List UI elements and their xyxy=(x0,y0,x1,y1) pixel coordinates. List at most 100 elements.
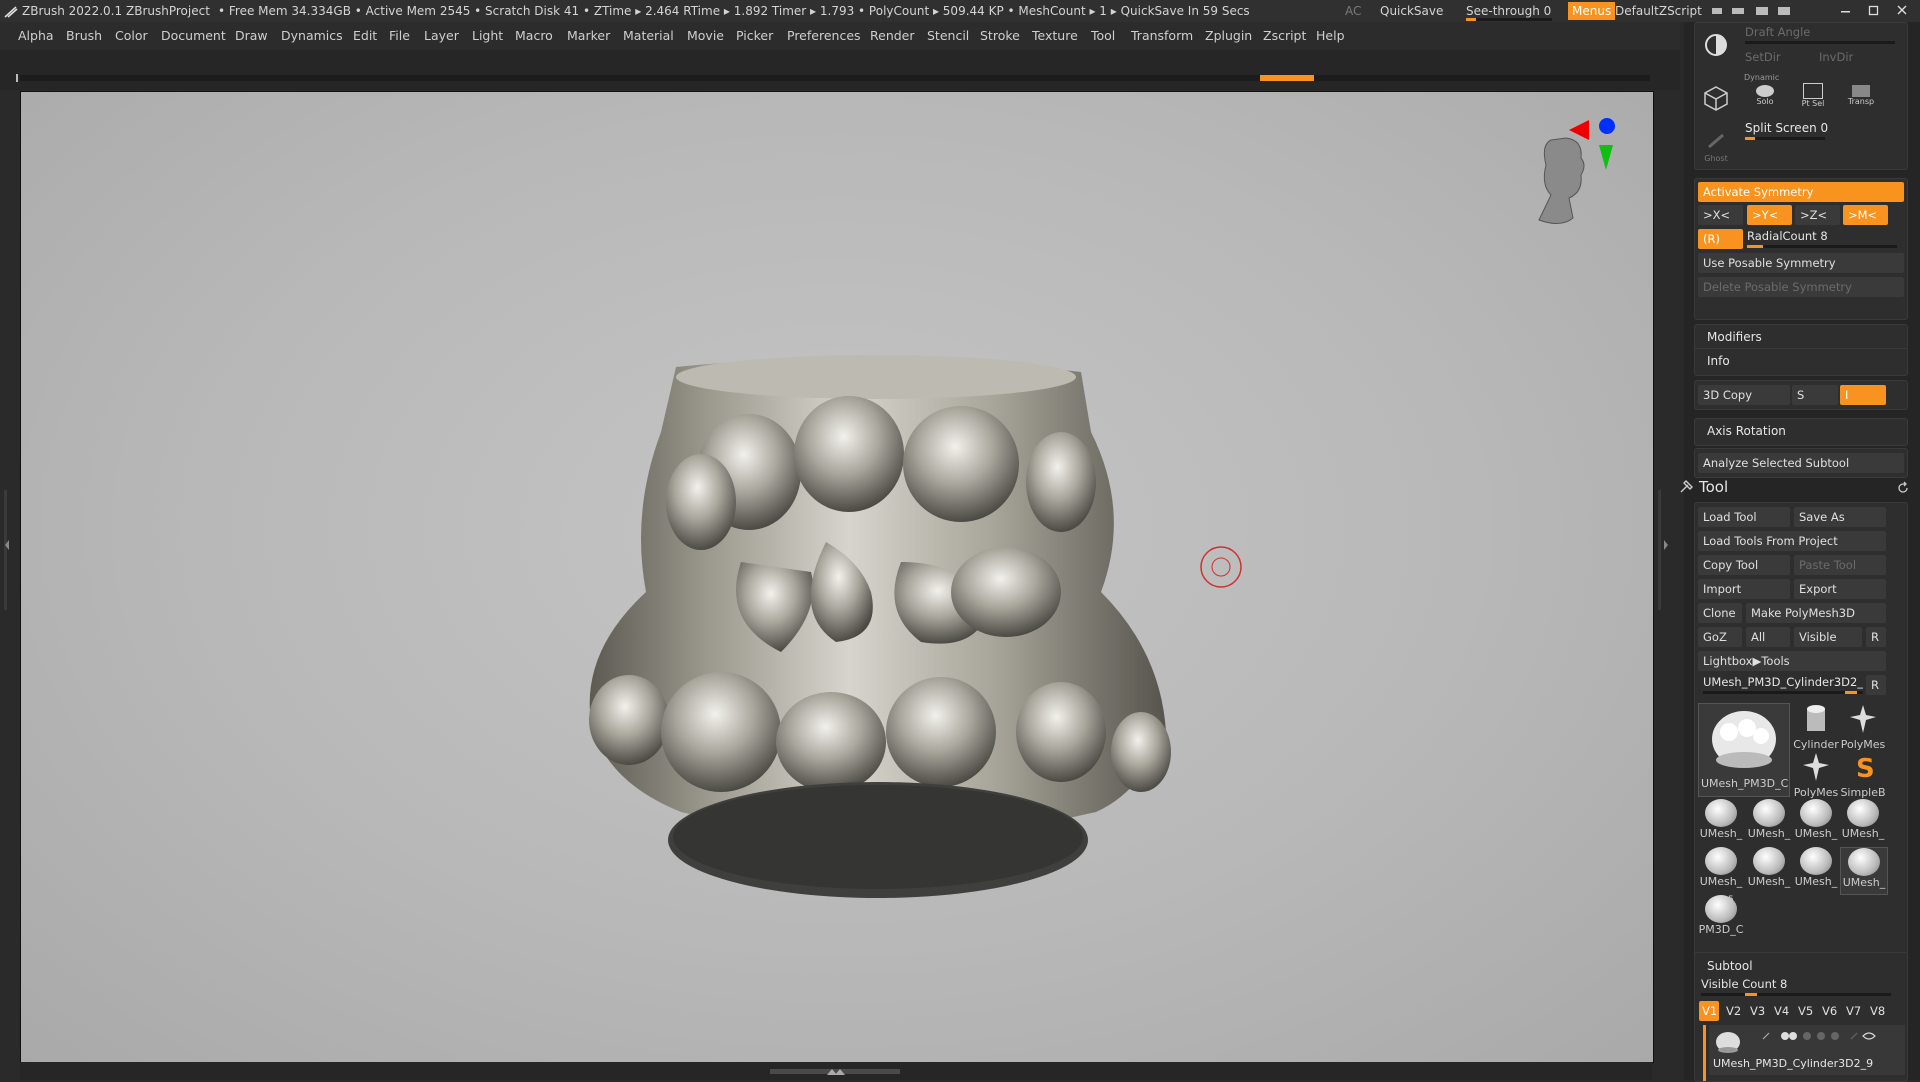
radial-count-slider[interactable]: RadialCount 8 xyxy=(1747,229,1828,243)
invdir-button[interactable]: InvDir xyxy=(1819,50,1853,64)
transp-button[interactable]: Transp xyxy=(1839,83,1883,117)
paste-tool-button[interactable]: Paste Tool xyxy=(1794,555,1886,575)
tool-thumb-umesh-3[interactable]: UMesh_ xyxy=(1793,799,1839,845)
info-header[interactable]: Info xyxy=(1707,354,1730,368)
draft-angle-slider[interactable]: Draft Angle xyxy=(1745,25,1810,39)
tool-pin-icon[interactable] xyxy=(1678,477,1696,495)
goz-visible-button[interactable]: Visible xyxy=(1794,627,1862,647)
modifiers-header[interactable]: Modifiers xyxy=(1707,330,1762,344)
activate-symmetry-button[interactable]: Activate Symmetry xyxy=(1698,182,1904,202)
tool-thumb-cylinder[interactable]: Cylinder xyxy=(1793,703,1839,751)
version-v6-button[interactable]: V6 xyxy=(1819,1001,1839,1021)
solo-button[interactable]: Solo xyxy=(1743,83,1787,117)
menu-help[interactable]: Help xyxy=(1316,22,1345,50)
make-polymesh3d-button[interactable]: Make PolyMesh3D xyxy=(1746,603,1886,623)
menu-transform[interactable]: Transform xyxy=(1131,22,1193,50)
setdir-button[interactable]: SetDir xyxy=(1745,50,1781,64)
import-button[interactable]: Import xyxy=(1698,579,1790,599)
tool-thumb-umesh-1[interactable]: UMesh_ xyxy=(1698,799,1744,845)
menu-stencil[interactable]: Stencil xyxy=(927,22,969,50)
subtool-toggle-icons[interactable] xyxy=(1759,1029,1879,1043)
menu-tool[interactable]: Tool xyxy=(1091,22,1115,50)
use-posable-symmetry-button[interactable]: Use Posable Symmetry xyxy=(1698,253,1904,273)
subtool-list-item[interactable]: UMesh_PM3D_Cylinder3D2_9 xyxy=(1709,1025,1905,1075)
delete-posable-symmetry-button[interactable]: Delete Posable Symmetry xyxy=(1698,277,1904,297)
tool-thumb-polymesh-1[interactable]: PolyMes xyxy=(1840,703,1886,751)
menu-texture[interactable]: Texture xyxy=(1032,22,1078,50)
tool-thumb-umesh-7[interactable]: UMesh_ xyxy=(1793,847,1839,893)
export-button[interactable]: Export xyxy=(1794,579,1886,599)
version-v7-button[interactable]: V7 xyxy=(1843,1001,1863,1021)
tool-thumb-umesh-2[interactable]: UMesh_ xyxy=(1746,799,1792,845)
clone-button[interactable]: Clone xyxy=(1698,603,1742,623)
lightbox-tools-button[interactable]: Lightbox▶Tools xyxy=(1698,651,1886,671)
info-section[interactable]: Info xyxy=(1694,348,1908,376)
3d-copy-i-button[interactable]: I xyxy=(1840,385,1886,405)
goz-button[interactable]: GoZ xyxy=(1698,627,1742,647)
version-v8-button[interactable]: V8 xyxy=(1867,1001,1887,1021)
menu-file[interactable]: File xyxy=(389,22,410,50)
radial-toggle-button[interactable]: (R) xyxy=(1698,229,1743,249)
menu-movie[interactable]: Movie xyxy=(687,22,724,50)
symmetry-x-button[interactable]: >X< xyxy=(1698,205,1743,225)
copy-tool-button[interactable]: Copy Tool xyxy=(1698,555,1790,575)
axis-rotation-section[interactable]: Axis Rotation xyxy=(1694,418,1908,446)
menu-alpha[interactable]: Alpha xyxy=(18,22,54,50)
3d-copy-s-button[interactable]: S xyxy=(1792,385,1838,405)
menu-zplugin[interactable]: Zplugin xyxy=(1205,22,1252,50)
3d-copy-button[interactable]: 3D Copy xyxy=(1698,385,1790,405)
load-tools-from-project-button[interactable]: Load Tools From Project xyxy=(1698,531,1886,551)
tool-thumb-umesh-5[interactable]: UMesh_ xyxy=(1698,847,1744,893)
menu-dynamics[interactable]: Dynamics xyxy=(281,22,343,50)
version-v2-button[interactable]: V2 xyxy=(1723,1001,1743,1021)
ac-toggle[interactable]: AC xyxy=(1345,0,1361,22)
menu-edit[interactable]: Edit xyxy=(353,22,377,50)
goz-r-button[interactable]: R xyxy=(1866,627,1886,647)
see-through-slider[interactable]: See-through 0 xyxy=(1466,0,1552,22)
menu-picker[interactable]: Picker xyxy=(736,22,773,50)
active-tool-thumbnail[interactable]: UMesh_PM3D_C xyxy=(1698,703,1790,797)
load-tool-button[interactable]: Load Tool xyxy=(1698,507,1790,527)
menu-brush[interactable]: Brush xyxy=(66,22,102,50)
menu-stroke[interactable]: Stroke xyxy=(980,22,1020,50)
refresh-icon[interactable] xyxy=(1896,481,1910,495)
project-name[interactable]: ZBrushProject xyxy=(126,0,210,22)
save-as-button[interactable]: Save As xyxy=(1794,507,1886,527)
quicksave-button[interactable]: QuickSave xyxy=(1380,0,1443,22)
viewport-canvas[interactable] xyxy=(20,91,1654,1063)
version-v3-button[interactable]: V3 xyxy=(1747,1001,1767,1021)
tool-thumb-umesh-4[interactable]: UMesh_ xyxy=(1840,799,1886,845)
default-zscript-button[interactable]: DefaultZScript xyxy=(1615,0,1702,22)
menu-preferences[interactable]: Preferences xyxy=(787,22,861,50)
local-symmetry-icon[interactable] xyxy=(1701,33,1731,57)
subtool-header[interactable]: Subtool xyxy=(1707,959,1753,973)
version-v4-button[interactable]: V4 xyxy=(1771,1001,1791,1021)
tool-thumb-pm3d[interactable]: 5 PM3D_C xyxy=(1698,895,1744,941)
menu-zscript[interactable]: Zscript xyxy=(1263,22,1306,50)
menus-button[interactable]: Menus xyxy=(1568,2,1616,20)
menu-macro[interactable]: Macro xyxy=(515,22,553,50)
menu-material[interactable]: Material xyxy=(623,22,674,50)
menu-color[interactable]: Color xyxy=(115,22,148,50)
tool-thumb-umesh-6[interactable]: UMesh_ xyxy=(1746,847,1792,893)
orientation-head-icon[interactable] xyxy=(1511,110,1631,240)
menu-light[interactable]: Light xyxy=(472,22,503,50)
menu-marker[interactable]: Marker xyxy=(567,22,610,50)
symmetry-m-button[interactable]: >M< xyxy=(1843,205,1888,225)
symmetry-y-button[interactable]: >Y< xyxy=(1747,205,1792,225)
version-v1-button[interactable]: V1 xyxy=(1699,1001,1719,1021)
menu-draw[interactable]: Draw xyxy=(235,22,268,50)
analyze-subtool-button[interactable]: Analyze Selected Subtool xyxy=(1698,453,1904,473)
symmetry-z-button[interactable]: >Z< xyxy=(1795,205,1840,225)
visible-count-slider[interactable]: Visible Count 8 xyxy=(1701,977,1787,991)
menu-render[interactable]: Render xyxy=(870,22,915,50)
menu-document[interactable]: Document xyxy=(161,22,226,50)
tool-thumb-polymesh-2[interactable]: PolyMes xyxy=(1793,751,1839,799)
tray-toggle-icon[interactable] xyxy=(825,1067,845,1077)
current-tool-r-button[interactable]: R xyxy=(1866,675,1886,695)
pt-sel-button[interactable]: Pt Sel xyxy=(1791,83,1835,117)
split-screen-slider[interactable]: Split Screen 0 xyxy=(1745,121,1828,135)
cube-icon[interactable] xyxy=(1701,83,1731,113)
ghost-button[interactable]: Ghost xyxy=(1699,131,1733,165)
menu-layer[interactable]: Layer xyxy=(424,22,459,50)
